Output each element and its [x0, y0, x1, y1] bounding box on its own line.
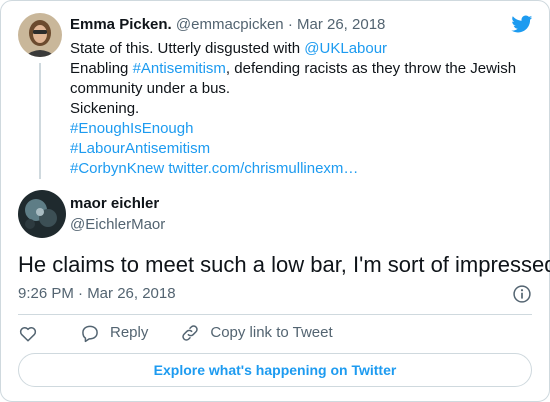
- quoted-line-4: Sickening.: [70, 100, 140, 117]
- reply-icon: [82, 325, 98, 343]
- author-name[interactable]: maor eichler: [70, 194, 159, 214]
- info-icon[interactable]: [512, 284, 532, 304]
- header-separator: ·: [283, 16, 297, 33]
- explore-twitter-button[interactable]: Explore what's happening on Twitter: [18, 353, 532, 387]
- quoted-author-handle[interactable]: @emmacpicken: [176, 16, 284, 33]
- url-link[interactable]: twitter.com/chrismullinexm…: [168, 160, 358, 177]
- tweet-text: He claims to meet such a low bar, I'm so…: [18, 252, 550, 277]
- copy-link-label: Copy link to Tweet: [210, 324, 333, 341]
- quoted-line-2: Enabling: [70, 60, 133, 77]
- heart-icon: [19, 326, 37, 342]
- thread-connector-line: [39, 63, 41, 179]
- author-avatar[interactable]: [18, 190, 66, 238]
- reply-label: Reply: [110, 324, 149, 341]
- author-handle[interactable]: @EichlerMaor: [70, 215, 165, 235]
- hashtag-link[interactable]: #EnoughIsEnough: [70, 119, 495, 139]
- mention-link[interactable]: @UKLabour: [304, 40, 387, 57]
- quoted-author-avatar[interactable]: [18, 13, 62, 57]
- quoted-tweet-text: State of this. Utterly disgusted with @U…: [70, 39, 516, 179]
- twitter-bird-icon[interactable]: [508, 13, 535, 35]
- hashtag-link[interactable]: #CorbynKnew: [70, 160, 164, 177]
- hashtag-link[interactable]: #Antisemitism: [133, 60, 226, 77]
- link-icon: [182, 325, 199, 341]
- tweet-timestamp[interactable]: 9:26 PM · Mar 26, 2018: [18, 284, 176, 304]
- divider: [18, 314, 532, 315]
- tweet-actions: Reply Copy link to Tweet: [18, 323, 365, 343]
- quoted-tweet-date[interactable]: Mar 26, 2018: [297, 16, 385, 33]
- quoted-line-3: community under a bus.: [70, 80, 231, 97]
- tweet-embed-card: Emma Picken. @emmacpicken · Mar 26, 2018…: [0, 0, 550, 402]
- like-button[interactable]: [18, 323, 48, 343]
- quoted-author-name[interactable]: Emma Picken.: [70, 16, 172, 33]
- quoted-line-1: State of this. Utterly disgusted with: [70, 40, 305, 57]
- hashtag-link[interactable]: #LabourAntisemitism: [70, 139, 495, 159]
- copy-link-button[interactable]: Copy link to Tweet: [180, 323, 333, 343]
- quoted-line-2-rest: , defending racists as they throw the Je…: [225, 60, 517, 77]
- quoted-tweet-header: Emma Picken. @emmacpicken · Mar 26, 2018: [70, 15, 385, 35]
- reply-button[interactable]: Reply: [80, 323, 148, 343]
